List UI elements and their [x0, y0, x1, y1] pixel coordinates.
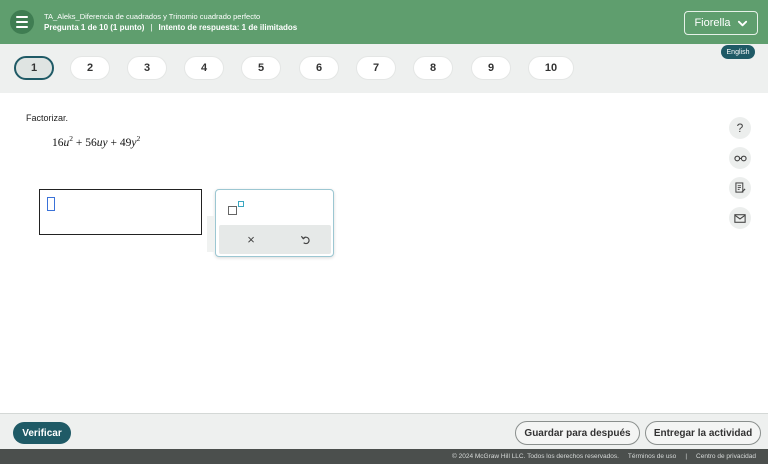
legal-bar: © 2024 McGraw Hill LLC. Todos los derech… — [0, 449, 768, 464]
chevron-down-icon — [737, 20, 747, 26]
operator-2: + — [107, 137, 120, 149]
math-palette: × — [207, 189, 334, 257]
question-button-4[interactable]: 4 — [184, 56, 224, 80]
math-expression: 16u2 + 56uy + 49y2 — [52, 134, 140, 149]
question-button-3[interactable]: 3 — [127, 56, 167, 80]
assignment-title: TA_Aleks_Diferencia de cuadrados y Trino… — [44, 12, 261, 21]
answer-input[interactable] — [39, 189, 202, 235]
document-edit-icon — [734, 182, 746, 193]
question-button-2[interactable]: 2 — [70, 56, 110, 80]
message-button[interactable] — [729, 207, 751, 229]
undo-icon[interactable] — [297, 231, 313, 247]
exponent-button[interactable] — [226, 198, 248, 220]
privacy-link[interactable]: Centro de privacidad — [696, 453, 756, 460]
question-button-5[interactable]: 5 — [241, 56, 281, 80]
term2-coef: 56 — [85, 137, 97, 149]
help-icon: ? — [736, 121, 744, 135]
term3-coef: 49 — [119, 137, 132, 149]
glasses-button[interactable] — [729, 147, 751, 169]
question-status: Pregunta 1 de 10 (1 punto) | Intento de re… — [44, 23, 297, 32]
palette-actions: × — [219, 225, 331, 254]
clear-button[interactable]: × — [243, 231, 259, 247]
glasses-icon — [733, 155, 747, 162]
attempt-info: Intento de respuesta: 1 de ilimitados — [158, 23, 298, 32]
help-button[interactable]: ? — [729, 117, 751, 139]
terms-link[interactable]: Términos de uso — [628, 453, 676, 460]
term3-exp: 2 — [136, 134, 141, 143]
question-button-1[interactable]: 1 — [14, 56, 54, 80]
question-button-9[interactable]: 9 — [471, 56, 511, 80]
save-for-later-button[interactable]: Guardar para después — [515, 421, 640, 445]
question-button-8[interactable]: 8 — [413, 56, 453, 80]
ebook-button[interactable] — [729, 177, 751, 199]
operator-1: + — [73, 137, 86, 149]
term1-coef: 16 — [52, 137, 64, 149]
exponent-power-icon — [238, 201, 244, 207]
submit-assignment-button[interactable]: Entregar la actividad — [645, 421, 761, 445]
status-separator: | — [150, 23, 153, 32]
user-menu-button[interactable]: Fiorella — [684, 11, 758, 35]
legal-separator: | — [685, 453, 688, 460]
menu-icon[interactable] — [10, 10, 34, 34]
question-prompt: Factorizar. — [26, 113, 69, 123]
copyright-text: © 2024 McGraw Hill LLC. Todos los derech… — [452, 453, 619, 460]
input-cursor-placeholder — [47, 197, 55, 211]
user-name: Fiorella — [694, 17, 731, 29]
language-toggle[interactable]: English — [721, 45, 755, 59]
question-button-7[interactable]: 7 — [356, 56, 396, 80]
question-info: Pregunta 1 de 10 (1 punto) — [44, 23, 145, 32]
question-button-10[interactable]: 10 — [528, 56, 574, 80]
mail-icon — [734, 213, 746, 223]
footer-actions: Verificar Guardar para después Entregar … — [0, 413, 768, 449]
exponent-base-icon — [228, 206, 237, 215]
term2-var: uy — [96, 137, 108, 149]
top-header: TA_Aleks_Diferencia de cuadrados y Trino… — [0, 0, 768, 44]
question-navigation: 1 2 3 4 5 6 7 8 9 10 — [0, 44, 768, 93]
verify-button[interactable]: Verificar — [13, 422, 71, 444]
question-button-6[interactable]: 6 — [299, 56, 339, 80]
